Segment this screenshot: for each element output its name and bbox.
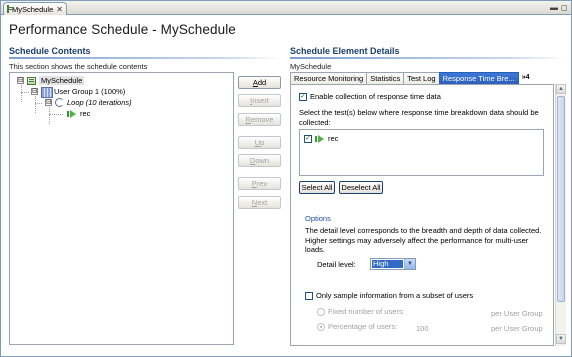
tree-connector: [35, 103, 42, 104]
collapse-toggle-icon[interactable]: ⊟: [31, 88, 38, 95]
scroll-thumb[interactable]: [557, 96, 565, 302]
tree-connector: [49, 114, 63, 115]
tree-connector: [21, 92, 29, 93]
test-icon: [315, 134, 325, 143]
fixed-number-radio[interactable]: Fixed number of users:: [317, 307, 405, 316]
detail-level-description: The detail level corresponds to the brea…: [305, 226, 542, 254]
radio-icon[interactable]: [317, 322, 325, 331]
checkmark-icon[interactable]: ✓: [304, 134, 312, 143]
element-details-heading: Schedule Element Details: [290, 46, 400, 56]
insert-button[interactable]: Insert: [238, 94, 281, 107]
up-button[interactable]: Up: [238, 136, 281, 149]
schedule-tree[interactable]: ⊟ MySchedule ⊟ User Group 1 (100%) ⊟ Loo…: [9, 72, 234, 345]
detail-level-label: Detail level:: [317, 260, 356, 269]
editor-tab-myschedule[interactable]: MySchedule ✕: [3, 2, 67, 15]
tree-node-label: Loop (10 iterations): [67, 98, 132, 107]
detail-level-value: High: [372, 260, 403, 268]
percentage-value[interactable]: 100: [416, 324, 429, 334]
scroll-up-icon[interactable]: ▲: [556, 84, 566, 94]
section-divider: [290, 57, 566, 59]
deselect-all-button[interactable]: Deselect All: [339, 181, 383, 194]
select-all-button[interactable]: Select All: [299, 181, 335, 194]
test-item-label: rec: [328, 134, 339, 143]
tree-node-test[interactable]: rec: [67, 109, 90, 118]
tree-node-schedule[interactable]: ⊟ MySchedule: [17, 76, 85, 85]
down-button[interactable]: Down: [238, 154, 281, 167]
user-group-icon: [41, 87, 53, 98]
checkbox-empty-icon[interactable]: [305, 291, 313, 300]
tree-node-label: rec: [80, 109, 91, 118]
checkmark-icon[interactable]: ✓: [299, 92, 307, 101]
element-name: MySchedule: [290, 62, 332, 71]
collapse-toggle-icon[interactable]: ⊟: [17, 77, 24, 84]
remove-button[interactable]: Remove: [238, 113, 281, 126]
fixed-number-label: Fixed number of users:: [328, 307, 405, 316]
tree-node-loop[interactable]: ⊟ Loop (10 iterations): [45, 98, 132, 107]
vertical-scrollbar[interactable]: ▲ ▼: [555, 84, 566, 346]
per-user-group-label: per User Group: [491, 309, 543, 318]
collapse-toggle-icon[interactable]: ⊟: [45, 99, 52, 106]
close-icon[interactable]: ✕: [56, 5, 63, 14]
test-item-rec[interactable]: ✓ rec: [304, 134, 338, 143]
section-divider: [9, 57, 281, 59]
chevron-down-icon[interactable]: ▼: [404, 259, 415, 269]
per-user-group-label: per User Group: [491, 324, 543, 333]
schedule-icon: [7, 5, 14, 13]
next-button[interactable]: Next: [238, 196, 281, 209]
minimize-icon[interactable]: ▬: [550, 3, 558, 12]
page-title: Performance Schedule - MySchedule: [9, 22, 236, 37]
tree-node-label: MySchedule: [39, 76, 85, 85]
percentage-radio[interactable]: Percentage of users:: [317, 322, 397, 331]
percentage-label: Percentage of users:: [328, 322, 398, 331]
scroll-down-icon[interactable]: ▼: [556, 334, 566, 344]
schedule-icon: [27, 76, 36, 85]
maximize-icon[interactable]: ◻: [561, 3, 568, 12]
tree-node-label: User Group 1 (100%): [54, 87, 126, 96]
enable-collection-checkbox[interactable]: ✓ Enable collection of response time dat…: [299, 92, 441, 101]
editor-frame: MySchedule ✕ ▬ ◻ Performance Schedule - …: [0, 0, 572, 357]
loop-icon: [55, 98, 64, 107]
test-icon: [67, 109, 77, 118]
select-tests-instructions: Select the test(s) below where response …: [299, 108, 539, 127]
radio-icon[interactable]: [317, 307, 325, 316]
detail-level-select[interactable]: High ▼: [370, 258, 416, 270]
schedule-contents-description: This section shows the schedule contents: [9, 62, 148, 71]
enable-collection-label: Enable collection of response time data: [310, 92, 441, 101]
editor-tab-bar: MySchedule ✕ ▬ ◻: [1, 1, 571, 15]
options-heading: Options: [305, 214, 331, 223]
sample-subset-checkbox[interactable]: Only sample information from a subset of…: [305, 291, 473, 300]
test-list[interactable]: ✓ rec: [299, 129, 544, 176]
schedule-contents-heading: Schedule Contents: [9, 46, 91, 56]
sample-subset-label: Only sample information from a subset of…: [316, 291, 474, 300]
editor-tab-label: MySchedule: [12, 4, 54, 14]
add-button[interactable]: Add: [238, 76, 281, 89]
tree-node-user-group[interactable]: ⊟ User Group 1 (100%): [31, 87, 126, 98]
prev-button[interactable]: Prev: [238, 177, 281, 190]
